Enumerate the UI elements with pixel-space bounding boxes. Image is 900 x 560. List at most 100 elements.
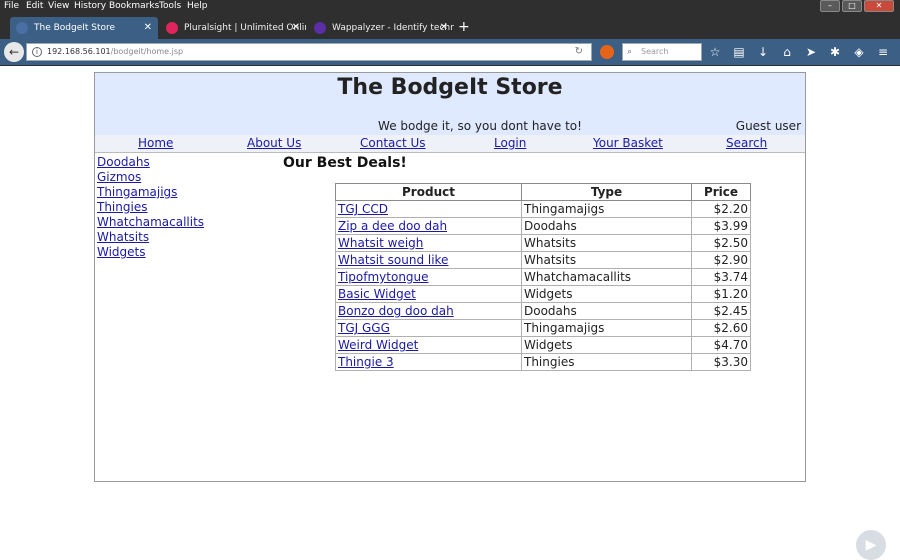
type-cell: Whatchamacallits bbox=[521, 268, 692, 286]
wappalyzer-favicon-icon bbox=[314, 22, 326, 34]
search-icon: ⌕ bbox=[627, 47, 633, 57]
type-cell: Doodahs bbox=[521, 217, 692, 235]
menu-file[interactable]: File bbox=[4, 1, 19, 11]
maximize-icon[interactable]: □ bbox=[842, 0, 862, 12]
category-whatchamacallits[interactable]: Whatchamacallits bbox=[97, 215, 277, 230]
tab-bodgeit[interactable]: The BodgeIt Store ✕ bbox=[10, 17, 158, 39]
tab-title: The BodgeIt Store bbox=[34, 23, 116, 33]
product-link[interactable]: Bonzo dog doo dah bbox=[338, 304, 454, 318]
product-link[interactable]: Thingie 3 bbox=[338, 355, 394, 369]
column-header-price: Price bbox=[691, 183, 751, 201]
product-cell: TGJ CCD bbox=[335, 200, 522, 218]
url-host: 192.168.56.101 bbox=[47, 47, 111, 56]
table-row: Whatsit weigh Whatsits $2.50 bbox=[335, 234, 751, 252]
category-thingamajigs[interactable]: Thingamajigs bbox=[97, 185, 277, 200]
pluralsight-favicon-icon bbox=[166, 22, 178, 34]
menu-help[interactable]: Help bbox=[187, 1, 208, 11]
store-title: The BodgeIt Store bbox=[337, 75, 563, 100]
menu-tools[interactable]: Tools bbox=[159, 1, 181, 11]
product-link[interactable]: Basic Widget bbox=[338, 287, 416, 301]
reload-icon[interactable]: ↻ bbox=[575, 44, 583, 60]
tab-strip: The BodgeIt Store ✕ Pluralsight | Unlimi… bbox=[0, 15, 900, 39]
price-cell: $3.30 bbox=[691, 353, 751, 371]
category-doodahs[interactable]: Doodahs bbox=[97, 155, 277, 170]
price-cell: $3.74 bbox=[691, 268, 751, 286]
search-placeholder: Search bbox=[641, 47, 669, 56]
column-header-product: Product bbox=[335, 183, 522, 201]
nav-contact-us[interactable]: Contact Us bbox=[360, 136, 426, 150]
extension-icon[interactable] bbox=[600, 45, 614, 59]
category-widgets[interactable]: Widgets bbox=[97, 245, 277, 260]
category-thingies[interactable]: Thingies bbox=[97, 200, 277, 215]
product-link[interactable]: TGJ CCD bbox=[338, 202, 388, 216]
category-sidebar: Doodahs Gizmos Thingamajigs Thingies Wha… bbox=[97, 155, 277, 260]
window-controls: – □ ✕ bbox=[820, 0, 894, 14]
store-header: The BodgeIt Store We bodge it, so you do… bbox=[95, 73, 805, 135]
tab-pluralsight[interactable]: Pluralsight | Unlimited Onlin ✕ bbox=[160, 17, 306, 39]
table-row: Tipofmytongue Whatchamacallits $3.74 bbox=[335, 268, 751, 286]
table-row: Whatsit sound like Whatsits $2.90 bbox=[335, 251, 751, 269]
hamburger-menu-icon[interactable]: ≡ bbox=[876, 43, 890, 61]
type-cell: Whatsits bbox=[521, 234, 692, 252]
bodgeit-favicon-icon bbox=[16, 22, 28, 34]
page-viewport: The BodgeIt Store We bodge it, so you do… bbox=[0, 66, 900, 560]
product-cell: Basic Widget bbox=[335, 285, 522, 303]
clipboard-icon[interactable]: ▤ bbox=[732, 43, 746, 61]
close-tab-icon[interactable]: ✕ bbox=[144, 17, 152, 39]
category-whatsits[interactable]: Whatsits bbox=[97, 230, 277, 245]
product-cell: Whatsit weigh bbox=[335, 234, 522, 252]
url-bar[interactable]: i 192.168.56.101/bodgeit/home.jsp ↻ bbox=[26, 43, 592, 61]
addon-icon[interactable]: ◈ bbox=[852, 43, 866, 61]
store-page: The BodgeIt Store We bodge it, so you do… bbox=[94, 72, 806, 482]
table-row: Thingie 3 Thingies $3.30 bbox=[335, 353, 751, 371]
user-status: Guest user bbox=[735, 119, 801, 133]
toolbar-icons: ☆ ▤ ↓ ⌂ ➤ ✱ ◈ ≡ bbox=[708, 43, 890, 61]
menu-bookmarks[interactable]: Bookmarks bbox=[109, 1, 159, 11]
download-icon[interactable]: ↓ bbox=[756, 43, 770, 61]
close-tab-icon[interactable]: ✕ bbox=[292, 17, 300, 39]
product-cell: Weird Widget bbox=[335, 336, 522, 354]
product-link[interactable]: Tipofmytongue bbox=[338, 270, 429, 284]
category-gizmos[interactable]: Gizmos bbox=[97, 170, 277, 185]
product-link[interactable]: Weird Widget bbox=[338, 338, 418, 352]
type-cell: Widgets bbox=[521, 285, 692, 303]
price-cell: $2.20 bbox=[691, 200, 751, 218]
product-cell: Whatsit sound like bbox=[335, 251, 522, 269]
nav-login[interactable]: Login bbox=[494, 136, 526, 150]
product-link[interactable]: Zip a dee doo dah bbox=[338, 219, 447, 233]
tab-wappalyzer[interactable]: Wappalyzer - Identify techno ✕ bbox=[308, 17, 454, 39]
type-cell: Thingamajigs bbox=[521, 200, 692, 218]
table-row: TGJ GGG Thingamajigs $2.60 bbox=[335, 319, 751, 337]
menu-edit[interactable]: Edit bbox=[26, 1, 43, 11]
product-cell: TGJ GGG bbox=[335, 319, 522, 337]
product-link[interactable]: TGJ GGG bbox=[338, 321, 390, 335]
price-cell: $1.20 bbox=[691, 285, 751, 303]
price-cell: $3.99 bbox=[691, 217, 751, 235]
close-window-icon[interactable]: ✕ bbox=[864, 0, 894, 12]
deals-table-body: TGJ CCD Thingamajigs $2.20 Zip a dee doo da… bbox=[335, 200, 751, 371]
product-link[interactable]: Whatsit sound like bbox=[338, 253, 448, 267]
menu-view[interactable]: View bbox=[48, 1, 69, 11]
nav-home[interactable]: Home bbox=[138, 136, 173, 150]
nav-about-us[interactable]: About Us bbox=[247, 136, 301, 150]
minimize-icon[interactable]: – bbox=[820, 0, 840, 12]
table-row: Basic Widget Widgets $1.20 bbox=[335, 285, 751, 303]
nav-search[interactable]: Search bbox=[726, 136, 767, 150]
bookmark-star-icon[interactable]: ☆ bbox=[708, 43, 722, 61]
deals-heading: Our Best Deals! bbox=[283, 155, 407, 171]
tab-title: Wappalyzer - Identify techno bbox=[332, 23, 454, 33]
product-link[interactable]: Whatsit weigh bbox=[338, 236, 423, 250]
new-tab-button[interactable]: + bbox=[458, 17, 470, 37]
home-icon[interactable]: ⌂ bbox=[780, 43, 794, 61]
price-cell: $2.60 bbox=[691, 319, 751, 337]
back-arrow-icon[interactable]: ← bbox=[4, 42, 24, 62]
extension-puzzle-icon[interactable]: ✱ bbox=[828, 43, 842, 61]
close-tab-icon[interactable]: ✕ bbox=[440, 17, 448, 39]
price-cell: $2.45 bbox=[691, 302, 751, 320]
send-icon[interactable]: ➤ bbox=[804, 43, 818, 61]
info-icon[interactable]: i bbox=[32, 47, 42, 57]
play-icon[interactable]: ▶ bbox=[856, 530, 886, 560]
nav-your-basket[interactable]: Your Basket bbox=[593, 136, 663, 150]
search-input[interactable]: ⌕ Search bbox=[622, 43, 702, 61]
menu-history[interactable]: History bbox=[74, 1, 106, 11]
